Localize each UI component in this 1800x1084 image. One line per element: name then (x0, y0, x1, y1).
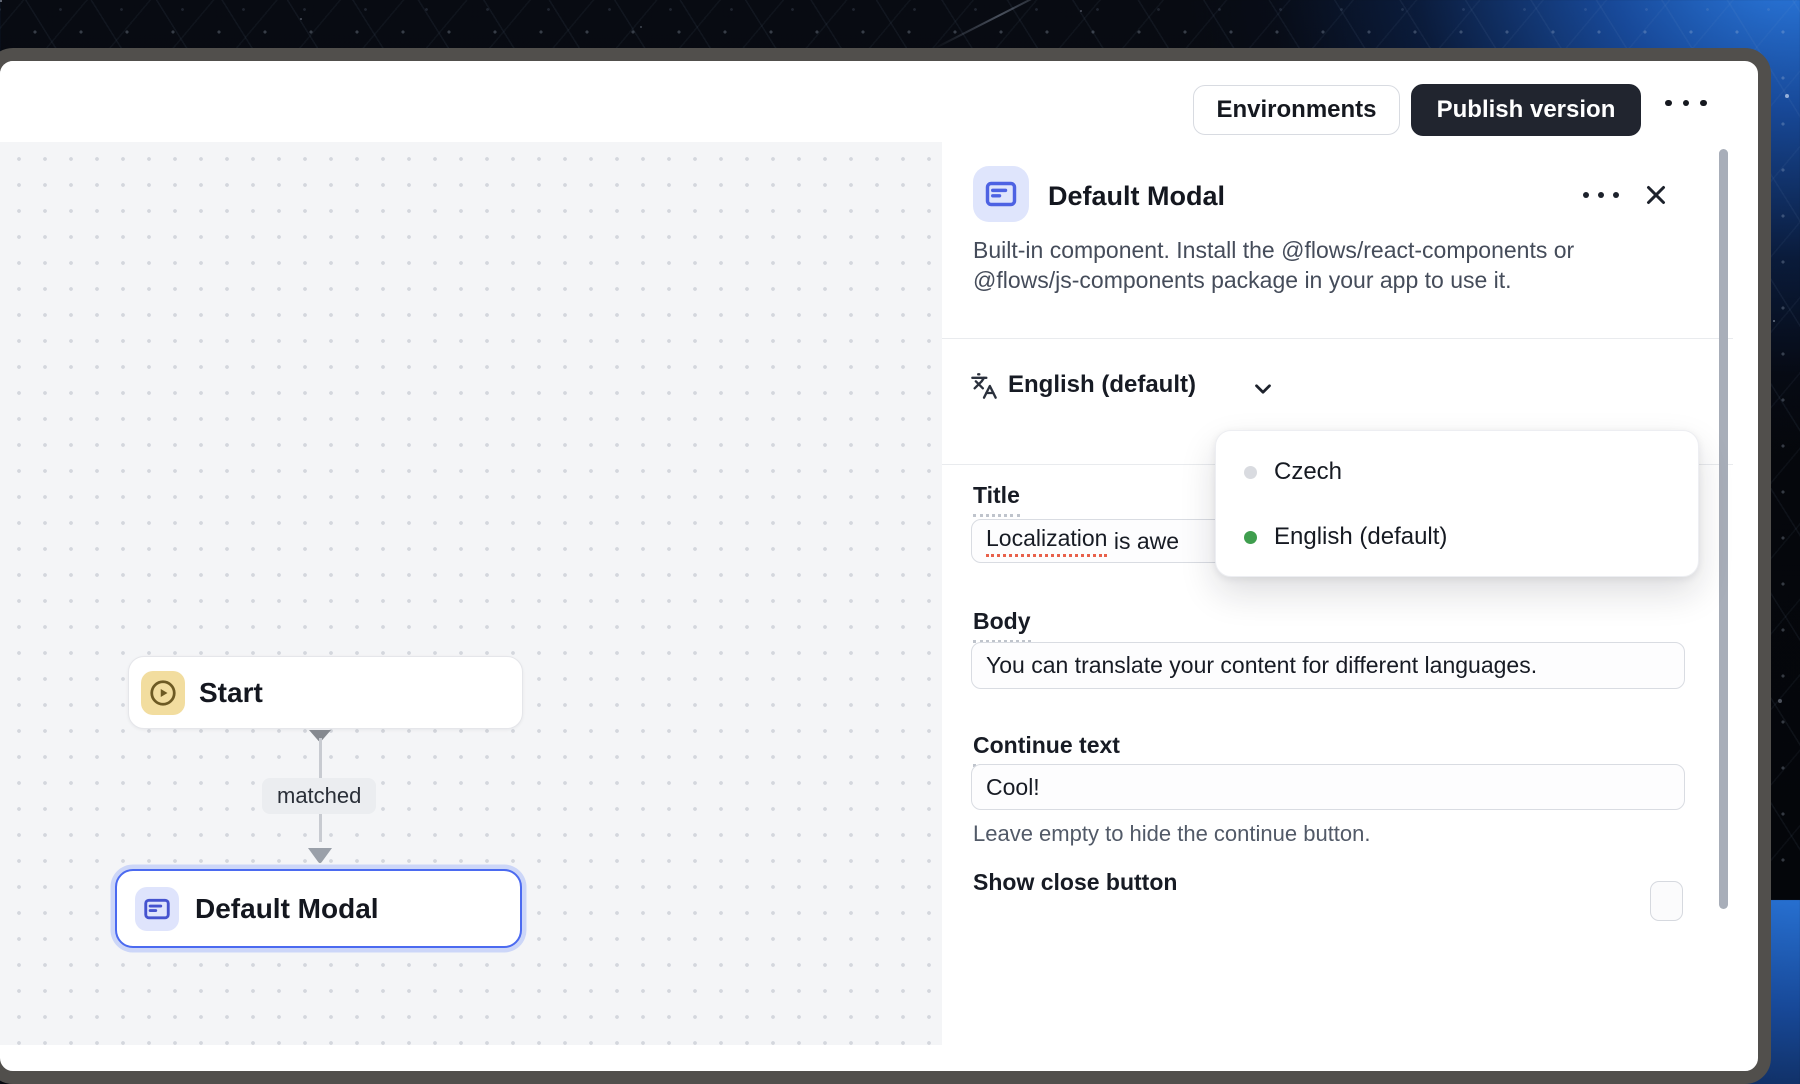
panel-menu-icon[interactable] (1583, 192, 1619, 198)
panel-scrollbar[interactable] (1719, 149, 1728, 909)
modal-icon (135, 886, 179, 931)
dropdown-item-english[interactable]: English (default) (1216, 509, 1698, 565)
continue-text-field-label: Continue text (973, 732, 1120, 767)
close-icon[interactable] (1641, 180, 1671, 210)
publish-version-button[interactable]: Publish version (1411, 84, 1641, 136)
flow-canvas[interactable]: Start matched Default Modal (0, 142, 943, 1045)
chevron-down-icon[interactable] (1250, 376, 1276, 402)
top-bar: Environments Publish version (0, 61, 1732, 143)
app-window: Environments Publish version Start match… (0, 48, 1771, 1084)
body-input[interactable] (971, 642, 1685, 689)
window-menu-icon[interactable] (1663, 98, 1709, 108)
default-modal-node[interactable]: Default Modal (115, 869, 522, 948)
show-close-button-label: Show close button (973, 869, 1178, 895)
panel-description: Built-in component. Install the @flows/r… (973, 237, 1575, 293)
status-dot (1244, 530, 1257, 544)
environments-button[interactable]: Environments (1193, 85, 1400, 135)
language-selector[interactable]: English (default) (1008, 371, 1196, 399)
edge-label[interactable]: matched (262, 778, 377, 814)
modal-icon (973, 166, 1029, 222)
start-node[interactable]: Start (128, 656, 523, 729)
body-field-label: Body (973, 608, 1031, 643)
status-dot (1244, 465, 1257, 479)
play-circle-icon (141, 670, 185, 715)
default-modal-node-label: Default Modal (195, 892, 379, 924)
meteor-streak (932, 0, 1068, 50)
edge-arrowhead-icon (308, 848, 332, 864)
continue-text-input[interactable] (971, 764, 1685, 810)
start-node-label: Start (199, 676, 263, 708)
misspelled-word: Localization (986, 525, 1108, 557)
divider (942, 338, 1733, 339)
panel-title: Default Modal (1048, 181, 1226, 211)
languages-icon (971, 373, 997, 399)
language-dropdown: Czech English (default) (1215, 430, 1699, 577)
background-stars (0, 0, 2, 2)
dropdown-item-czech[interactable]: Czech (1216, 444, 1698, 500)
title-field-label: Title (973, 482, 1020, 517)
show-close-checkbox[interactable] (1650, 881, 1683, 921)
continue-text-helper: Leave empty to hide the continue button. (973, 821, 1371, 846)
